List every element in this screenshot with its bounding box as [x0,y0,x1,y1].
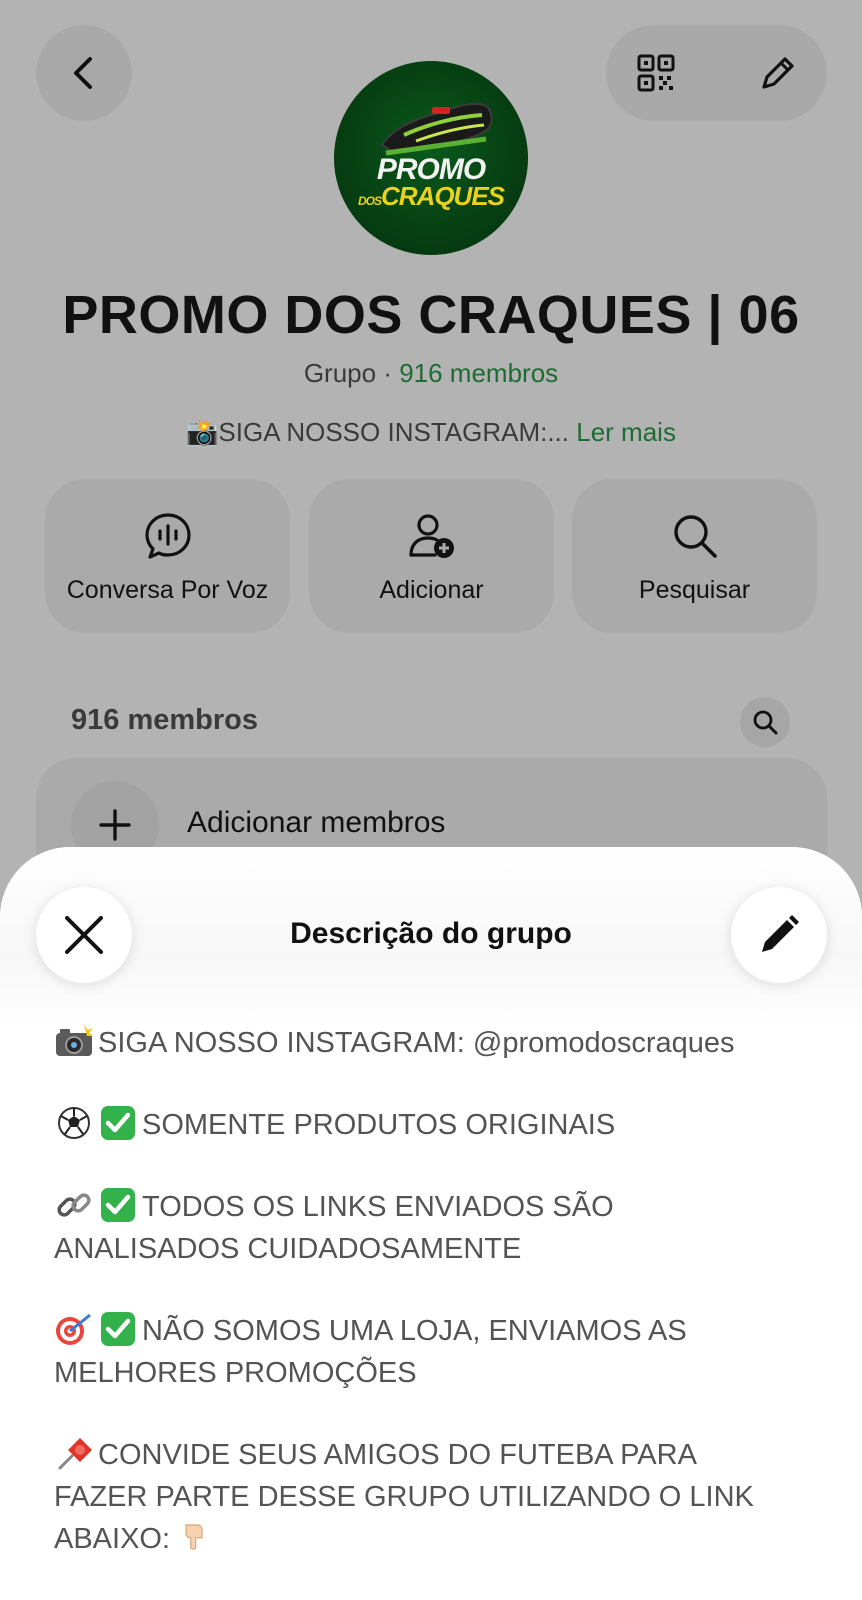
add-participant-button[interactable]: Adicionar [309,479,554,633]
description-line: TODOS OS LINKS ENVIADOS SÃO ANALISADOS C… [54,1186,814,1270]
top-actions-pill [606,25,827,121]
soccer-ball-icon [58,1107,90,1139]
voice-chat-button[interactable]: Conversa Por Voz [45,479,290,633]
search-icon [673,515,717,558]
description-line-text: ABAIXO: [54,1523,171,1555]
qr-code-button[interactable] [632,49,680,97]
add-members-label[interactable]: Adicionar membros [187,806,445,840]
pointing-down-hand-icon [185,1524,203,1550]
description-line: SIGA NOSSO INSTAGRAM: @promodoscraques [54,1022,814,1064]
description-line-text: NÃO SOMOS UMA LOJA, ENVIAMOS AS [142,1315,687,1347]
pushpin-icon [58,1438,92,1470]
members-search-button[interactable] [740,697,790,747]
description-line-text: CONVIDE SEUS AMIGOS DO FUTEBA PARA [98,1439,697,1471]
read-more-link[interactable]: Ler mais [576,417,676,447]
plus-icon [99,809,131,841]
description-line: SOMENTE PRODUTOS ORIGINAIS [54,1104,814,1146]
description-line-text: SIGA NOSSO INSTAGRAM: @promodoscraques [98,1027,735,1059]
description-line-text: MELHORES PROMOÇÕES [54,1357,417,1389]
members-count-heading: 916 membros [71,704,258,736]
back-button[interactable] [36,25,132,121]
search-icon [753,710,778,735]
edit-group-button[interactable] [754,49,802,97]
search-button[interactable]: Pesquisar [572,479,817,633]
add-participant-label: Adicionar [379,576,484,604]
group-title: PROMO DOS CRAQUES | 06 [62,285,800,345]
check-mark-icon [101,1106,135,1140]
add-person-icon [408,514,454,558]
group-avatar[interactable]: PROMO DOSCRAQUES [334,61,528,255]
group-subtitle: Grupo · 916 membros [0,358,862,389]
qr-code-icon [637,54,675,92]
edit-description-button[interactable] [731,887,827,983]
voice-chat-icon [144,513,191,559]
avatar-logo-line2: DOSCRAQUES [357,181,505,211]
description-line-text: TODOS OS LINKS ENVIADOS SÃO [142,1191,614,1223]
description-line-text: FAZER PARTE DESSE GRUPO UTILIZANDO O LIN… [54,1481,754,1513]
check-mark-icon [101,1188,135,1222]
group-description-sheet: Descrição do grupo SIGA NOSSO INSTAGRAM:… [0,847,862,1600]
link-icon [57,1193,91,1217]
check-mark-icon [101,1312,135,1346]
description-line-text: ANALISADOS CUIDADOSAMENTE [54,1233,522,1265]
description-preview[interactable]: 📸SIGA NOSSO INSTAGRAM:... Ler mais [0,417,862,448]
description-preview-text: 📸SIGA NOSSO INSTAGRAM:... [186,417,570,447]
members-link[interactable]: 916 membros [399,358,558,388]
pencil-icon [762,915,799,952]
chevron-left-icon [74,57,92,89]
description-line: CONVIDE SEUS AMIGOS DO FUTEBA PARA FAZER… [54,1434,814,1560]
pencil-icon [762,57,794,89]
separator: · [376,358,400,388]
search-label: Pesquisar [638,576,751,604]
group-type: Grupo [303,358,377,388]
description-line-text: SOMENTE PRODUTOS ORIGINAIS [142,1109,616,1141]
description-line: NÃO SOMOS UMA LOJA, ENVIAMOS AS MELHORES… [54,1310,814,1394]
voice-chat-label: Conversa Por Voz [66,576,269,604]
target-icon [56,1313,91,1345]
camera-flash-icon [56,1025,93,1056]
